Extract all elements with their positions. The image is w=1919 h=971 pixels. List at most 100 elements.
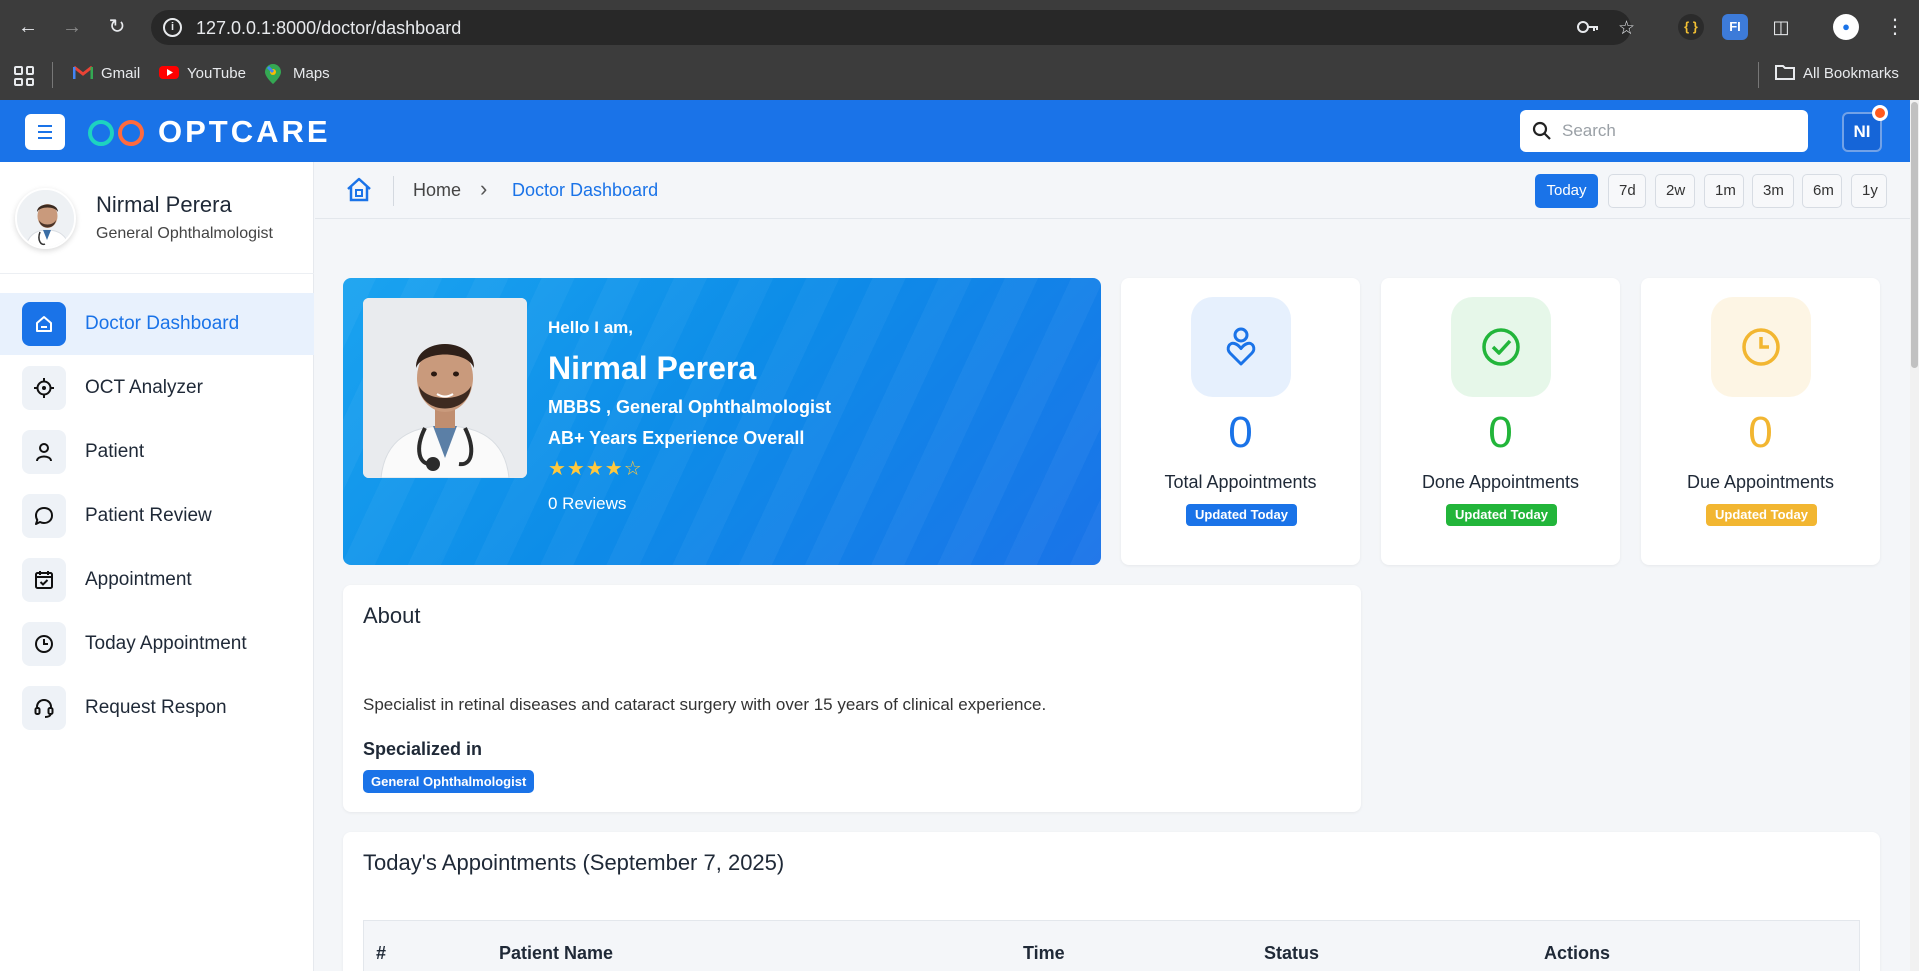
bookmark-maps[interactable]: Maps: [265, 64, 330, 84]
sidebar-item-oct-analyzer[interactable]: OCT Analyzer: [0, 357, 314, 419]
range-button-1y[interactable]: 1y: [1851, 174, 1887, 208]
range-button-6m[interactable]: 6m: [1802, 174, 1842, 208]
doctor-hero-card: Hello I am, Nirmal Perera MBBS , General…: [343, 278, 1101, 565]
bookmark-gmail[interactable]: Gmail: [72, 64, 140, 82]
sidebar-item-label: Today Appointment: [85, 633, 247, 654]
site-info-icon[interactable]: i: [163, 18, 182, 37]
all-bookmarks[interactable]: All Bookmarks: [1775, 64, 1899, 82]
bookmarks-divider: [1758, 62, 1759, 88]
clock-icon: [22, 622, 66, 666]
hero-greeting: Hello I am,: [548, 318, 634, 337]
app-header: OPTCARE NI: [0, 100, 1910, 162]
logo-rings-icon: [86, 117, 148, 147]
sidebar-item-label: Doctor Dashboard: [85, 313, 240, 334]
column-header: Patient Name: [499, 943, 614, 963]
column-header: Time: [1023, 943, 1065, 963]
hero-experience: AB+ Years Experience Overall: [548, 428, 805, 448]
range-button-1m[interactable]: 1m: [1704, 174, 1744, 208]
search-input[interactable]: [1562, 121, 1782, 141]
brand-logo[interactable]: OPTCARE: [86, 114, 331, 150]
back-icon[interactable]: ←: [15, 14, 41, 40]
breadcrumb-divider: [393, 176, 394, 206]
calendar-check-icon: [22, 558, 66, 602]
about-text: Specialist in retinal diseases and catar…: [363, 695, 1047, 714]
youtube-icon: [159, 64, 179, 82]
range-button-7d[interactable]: 7d: [1608, 174, 1646, 208]
sidebar-item-appointment[interactable]: Appointment: [0, 549, 314, 611]
gmail-icon: [72, 64, 94, 82]
sidebar-item-request-respon[interactable]: Request Respon: [0, 677, 314, 739]
appointments-title: Today's Appointments (September 7, 2025): [363, 850, 785, 875]
search-box[interactable]: [1520, 110, 1808, 152]
extensions-puzzle-icon[interactable]: ◫: [1768, 14, 1794, 40]
chevron-right-icon: ›: [480, 176, 488, 201]
headset-icon: [22, 686, 66, 730]
bookmark-label: YouTube: [187, 64, 246, 82]
sidebar-item-label: Patient Review: [85, 505, 212, 526]
about-card: About Specialist in retinal diseases and…: [343, 585, 1361, 812]
range-button-3m[interactable]: 3m: [1752, 174, 1794, 208]
stat-label: Done Appointments: [1421, 472, 1580, 492]
breadcrumb-home-link[interactable]: Home: [413, 180, 461, 201]
reviews-count[interactable]: 0 Reviews: [548, 494, 626, 514]
apps-grid-icon[interactable]: [14, 66, 34, 86]
sidebar-item-doctor-dashboard[interactable]: Doctor Dashboard: [0, 293, 314, 355]
specialization-badge: General Ophthalmologist: [363, 770, 535, 793]
stat-value: 0: [1228, 408, 1253, 457]
all-bookmarks-label: All Bookmarks: [1803, 64, 1899, 82]
status-badge: Updated Today: [1706, 504, 1817, 526]
browser-menu-icon[interactable]: ⋮: [1885, 14, 1905, 39]
forward-icon[interactable]: →: [59, 14, 85, 40]
folder-icon: [1775, 64, 1795, 82]
maps-icon: [265, 64, 285, 84]
doctor-photo: [363, 298, 527, 478]
notification-dot: [1872, 105, 1888, 121]
stat-card-due-appointments: 0 Due Appointments Updated Today: [1641, 278, 1880, 565]
range-button-2w[interactable]: 2w: [1655, 174, 1695, 208]
sidebar: Nirmal Perera General Ophthalmologist Do…: [0, 162, 314, 971]
status-badge: Updated Today: [1186, 504, 1297, 526]
sidebar-profile: Nirmal Perera General Ophthalmologist: [0, 162, 314, 274]
url-text[interactable]: 127.0.0.1:8000/doctor/dashboard: [196, 18, 461, 39]
stat-label: Total Appointments: [1164, 472, 1317, 492]
hero-qualifications: MBBS , General Ophthalmologist: [548, 397, 832, 417]
doctor-name: Nirmal Perera: [96, 192, 232, 217]
scrollbar-thumb[interactable]: [1911, 102, 1918, 368]
home-icon: [22, 302, 66, 346]
address-bar[interactable]: i 127.0.0.1:8000/doctor/dashboard ☆: [151, 10, 1635, 45]
sidebar-item-patient-review[interactable]: Patient Review: [0, 485, 314, 547]
column-header: Status: [1264, 943, 1320, 963]
extension-fi-icon[interactable]: FI: [1722, 14, 1748, 40]
hero-doctor-name: Nirmal Perera: [548, 350, 757, 386]
menu-toggle-button[interactable]: [25, 114, 65, 150]
home-icon[interactable]: [345, 176, 373, 209]
star-bookmark-icon[interactable]: ☆: [1618, 17, 1635, 40]
extension-json-icon[interactable]: { }: [1678, 14, 1704, 40]
profile-avatar-icon[interactable]: ●: [1833, 14, 1859, 40]
crosshair-icon: [22, 366, 66, 410]
sidebar-item-label: Appointment: [85, 569, 192, 590]
sidebar-item-label: Request Respon: [85, 697, 227, 718]
bookmark-youtube[interactable]: YouTube: [159, 64, 246, 82]
chat-bubble-icon: [22, 494, 66, 538]
stat-card-total-appointments: 0 Total Appointments Updated Today: [1121, 278, 1360, 565]
sidebar-item-label: OCT Analyzer: [85, 377, 203, 398]
status-badge: Updated Today: [1446, 504, 1557, 526]
appointments-table-header: # Patient Name Time Status Actions: [363, 920, 1860, 971]
stat-card-done-appointments: 0 Done Appointments Updated Today: [1381, 278, 1620, 565]
doctor-role: General Ophthalmologist: [96, 225, 273, 242]
password-key-icon[interactable]: [1576, 17, 1600, 43]
range-button-today[interactable]: Today: [1535, 174, 1598, 208]
reload-icon[interactable]: ↻: [104, 14, 130, 40]
person-heart-icon: [1191, 297, 1291, 397]
sidebar-item-today-appointment[interactable]: Today Appointment: [0, 613, 314, 675]
clock-icon: [1711, 297, 1811, 397]
browser-toolbar: ← → ↻ i 127.0.0.1:8000/doctor/dashboard …: [0, 0, 1919, 55]
specialized-title: Specialized in: [363, 739, 483, 759]
search-icon: [1532, 121, 1551, 140]
sidebar-item-patient[interactable]: Patient: [0, 421, 314, 483]
breadcrumb-current: Doctor Dashboard: [512, 180, 659, 200]
doctor-avatar: [15, 188, 76, 249]
stat-label: Due Appointments: [1686, 472, 1835, 492]
brand-name: OPTCARE: [158, 114, 331, 149]
